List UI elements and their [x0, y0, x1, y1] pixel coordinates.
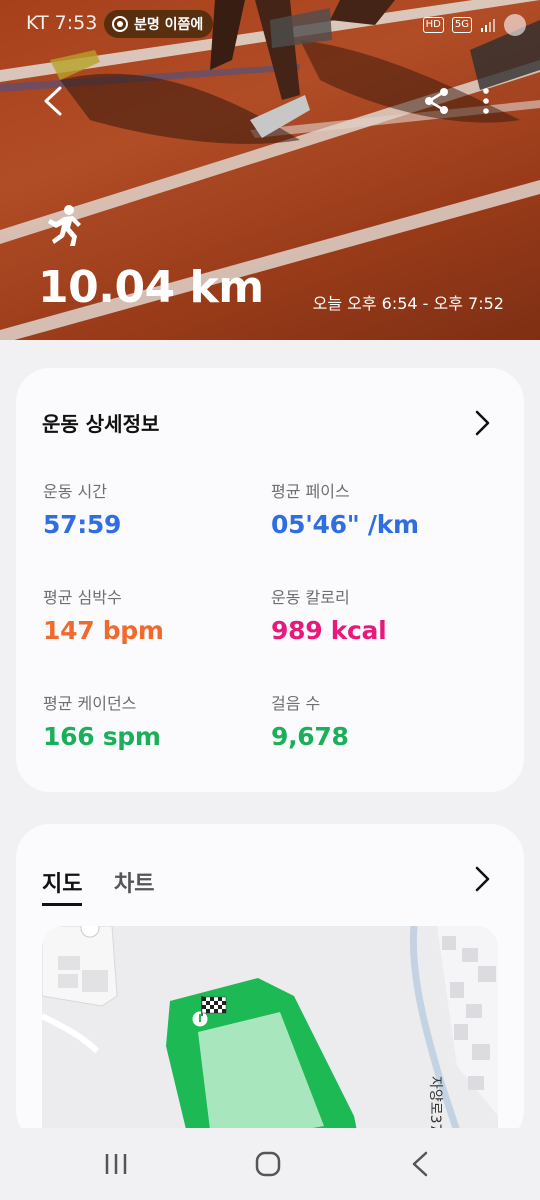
status-bar: KT 7:53 분명 이쯤에 HD 5G — [0, 0, 540, 48]
hero-header: KT 7:53 분명 이쯤에 HD 5G 10.04 km 오늘 오후 6:54… — [0, 0, 540, 340]
chevron-right-icon[interactable] — [472, 864, 492, 894]
route-map[interactable]: 자양로37길 — [42, 926, 498, 1146]
tab-chart[interactable]: 차트 — [114, 866, 154, 898]
network-badge: 5G — [451, 17, 472, 33]
map-chart-card: 지도 차트 자양로37길 — [16, 824, 524, 1146]
workout-time-range: 오늘 오후 6:54 - 오후 7:52 — [312, 294, 504, 313]
share-icon[interactable] — [422, 86, 452, 116]
signal-icon — [481, 19, 495, 32]
stat-label: 평균 심박수 — [43, 588, 122, 607]
stat-value: 147 bpm — [43, 616, 164, 645]
stat-duration: 운동 시간 57:59 — [43, 478, 263, 539]
stat-avg-heart-rate: 평균 심박수 147 bpm — [43, 584, 263, 645]
distance-value: 10.04 km — [38, 262, 264, 313]
more-vertical-icon[interactable] — [474, 86, 498, 116]
workout-details-card[interactable]: 운동 상세정보 운동 시간 57:59 평균 페이스 05'46" /km 평균… — [16, 368, 524, 792]
record-icon — [112, 16, 128, 32]
card-title: 운동 상세정보 — [42, 412, 160, 436]
recording-pill-label: 분명 이쯤에 — [134, 17, 204, 33]
stat-label: 평균 페이스 — [271, 482, 350, 501]
stat-label: 운동 칼로리 — [271, 588, 350, 607]
system-navigation-bar — [0, 1128, 540, 1200]
back-arrow-icon[interactable] — [38, 84, 68, 118]
stat-label: 평균 케이던스 — [43, 694, 137, 713]
recent-apps-icon[interactable] — [96, 1148, 136, 1180]
stat-value: 166 spm — [43, 722, 161, 751]
hd-badge: HD — [422, 17, 444, 33]
stat-steps: 걸음 수 9,678 — [271, 690, 491, 751]
stat-value: 05'46" /km — [271, 510, 419, 539]
stat-label: 운동 시간 — [43, 482, 107, 501]
stat-calories: 운동 칼로리 989 kcal — [271, 584, 491, 645]
carrier-time: KT 7:53 — [26, 12, 98, 34]
chevron-right-icon[interactable] — [472, 408, 492, 438]
runner-icon — [48, 205, 81, 246]
battery-icon — [504, 14, 526, 36]
stat-label: 걸음 수 — [271, 694, 321, 713]
stat-value: 57:59 — [43, 510, 122, 539]
screen-recording-pill[interactable]: 분명 이쯤에 — [104, 10, 214, 38]
home-icon[interactable] — [248, 1148, 288, 1180]
stat-avg-pace: 평균 페이스 05'46" /km — [271, 478, 491, 539]
tab-map[interactable]: 지도 — [42, 866, 83, 906]
stat-value: 989 kcal — [271, 616, 387, 645]
stat-value: 9,678 — [271, 722, 349, 751]
back-icon[interactable] — [400, 1148, 440, 1180]
status-icons: HD 5G — [422, 14, 526, 36]
stat-avg-cadence: 평균 케이던스 166 spm — [43, 690, 263, 751]
